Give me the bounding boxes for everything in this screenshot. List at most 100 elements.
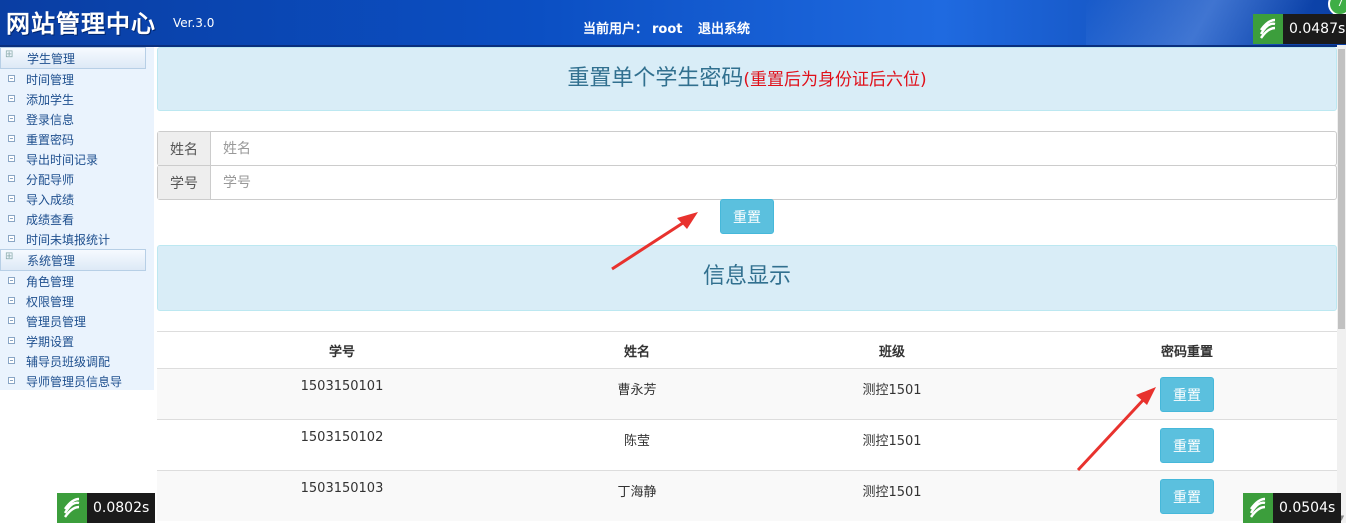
column-header-class: 班级 xyxy=(878,344,905,360)
page-scrollbar[interactable]: ▼ xyxy=(1337,45,1346,523)
table-row: 1503150102 陈莹 测控1501 重置 xyxy=(157,419,1337,470)
timing-value: 0.0802s xyxy=(93,500,150,516)
student-id-addon: 学号 xyxy=(158,166,211,199)
sidebar-item-label: 权限管理 xyxy=(26,294,75,309)
tree-node-icon xyxy=(8,175,15,182)
sidebar-item-label: 分配导师 xyxy=(26,172,75,187)
tree-node-icon xyxy=(8,75,15,82)
cell-student-name: 曹永芳 xyxy=(617,383,657,398)
reset-note-text: (重置后为身份证后六位) xyxy=(743,70,927,90)
sidebar-item-view-grades[interactable]: 成绩查看 xyxy=(0,209,154,229)
sidebar-item-assign-tutor[interactable]: 分配导师 xyxy=(0,169,154,189)
timing-badge-bottom-left: 0.0802s xyxy=(57,493,156,523)
sidebar-item-label: 角色管理 xyxy=(26,274,75,289)
sidebar-item-label: 重置密码 xyxy=(26,132,75,147)
table-row: 1503150101 曹永芳 测控1501 重置 xyxy=(157,368,1337,419)
tree-node-icon xyxy=(8,135,15,142)
sidebar-item-time-management[interactable]: 时间管理 xyxy=(0,69,154,89)
column-header-id: 学号 xyxy=(328,344,355,360)
tree-node-icon xyxy=(8,95,15,102)
student-id-input[interactable] xyxy=(211,166,1336,199)
sidebar-item-label: 导入成绩 xyxy=(26,192,75,207)
info-panel-title: 信息显示 xyxy=(702,264,791,289)
sidebar-item-reset-password[interactable]: 重置密码 xyxy=(0,129,154,149)
sidebar-item-semester-settings[interactable]: 学期设置 xyxy=(0,331,154,351)
expand-icon: ⊞ xyxy=(5,251,14,262)
sidebar-item-label: 时间未填报统计 xyxy=(26,232,111,247)
sidebar-group-label: 学生管理 xyxy=(27,51,76,66)
tree-node-icon xyxy=(8,155,15,162)
sidebar-item-label: 成绩查看 xyxy=(26,212,75,227)
cell-class: 测控1501 xyxy=(862,434,922,449)
name-addon: 姓名 xyxy=(158,132,211,165)
sidebar-item-permission-management[interactable]: 权限管理 xyxy=(0,291,154,311)
cell-action: 重置 xyxy=(1037,420,1337,463)
tree-node-icon xyxy=(8,337,15,344)
sidebar-item-export-time-records[interactable]: 导出时间记录 xyxy=(0,149,154,169)
reset-panel-title: 重置单个学生密码(重置后为身份证后六位) xyxy=(158,48,1336,111)
cell-student-id: 1503150102 xyxy=(300,430,384,445)
student-table: 学号 姓名 班级 密码重置 1503150101 曹永芳 测控1501 重置 1… xyxy=(157,331,1337,521)
sidebar-item-import-grades[interactable]: 导入成绩 xyxy=(0,189,154,209)
tree-node-icon xyxy=(8,277,15,284)
sidebar-item-role-management[interactable]: 角色管理 xyxy=(0,271,154,291)
tree-node-icon xyxy=(8,317,15,324)
logout-link[interactable]: 退出系统 xyxy=(698,18,750,37)
sidebar-item-label: 登录信息 xyxy=(26,112,75,127)
cell-class: 测控1501 xyxy=(862,485,922,500)
sidebar-group-label: 系统管理 xyxy=(27,253,76,268)
sidebar-group-student[interactable]: ⊞ 学生管理 xyxy=(0,47,146,69)
student-id-input-group: 学号 xyxy=(157,165,1337,200)
timing-value: 0.0504s xyxy=(1279,500,1336,516)
column-header-name: 姓名 xyxy=(623,344,650,360)
timing-logo-icon xyxy=(1253,14,1283,44)
table-header: 学号 姓名 班级 密码重置 xyxy=(157,331,1337,368)
timing-badge-top: 0.0487s xyxy=(1253,14,1346,44)
sidebar-item-label: 辅导员班级调配 xyxy=(26,354,111,369)
sidebar-item-counselor-class[interactable]: 辅导员班级调配 xyxy=(0,351,154,371)
row-reset-button[interactable]: 重置 xyxy=(1160,479,1214,514)
timing-logo-icon xyxy=(1243,493,1273,523)
tree-node-icon xyxy=(8,195,15,202)
sidebar-item-label: 管理员管理 xyxy=(26,314,87,329)
sidebar-item-label: 导师管理员信息导 xyxy=(26,374,123,389)
sidebar-item-label: 学期设置 xyxy=(26,334,75,349)
sidebar-item-login-info[interactable]: 登录信息 xyxy=(0,109,154,129)
timing-badge-bottom-right: 0.0504s xyxy=(1243,493,1342,523)
reset-submit-button[interactable]: 重置 xyxy=(720,199,774,234)
cell-student-id: 1503150103 xyxy=(300,481,384,496)
tree-node-icon xyxy=(8,235,15,242)
current-user-name: root xyxy=(652,22,683,37)
sidebar-item-label: 导出时间记录 xyxy=(26,152,99,167)
name-input[interactable] xyxy=(211,132,1336,165)
reset-password-panel: 重置单个学生密码(重置后为身份证后六位) xyxy=(157,47,1337,111)
sidebar-group-system[interactable]: ⊞ 系统管理 xyxy=(0,249,146,271)
table-row: 1503150103 丁海静 测控1501 重置 xyxy=(157,470,1337,521)
tree-node-icon xyxy=(8,215,15,222)
version-label: Ver.3.0 xyxy=(173,16,215,30)
row-reset-button[interactable]: 重置 xyxy=(1160,377,1214,412)
column-header-reset: 密码重置 xyxy=(1160,344,1213,360)
cell-action: 重置 xyxy=(1037,369,1337,412)
top-header: 网站管理中心 Ver.3.0 当前用户： root 退出系统 7 xyxy=(0,0,1346,47)
cell-class: 测控1501 xyxy=(862,383,922,398)
sidebar: ⊞ 学生管理 时间管理 添加学生 登录信息 重置密码 导出时间记录 分配导师 导… xyxy=(0,47,154,390)
tree-node-icon xyxy=(8,115,15,122)
cell-student-name: 陈莹 xyxy=(623,434,650,449)
sidebar-item-admin-management[interactable]: 管理员管理 xyxy=(0,311,154,331)
reset-title-text: 重置单个学生密码 xyxy=(567,66,744,91)
tree-node-icon xyxy=(8,377,15,384)
site-logo: 网站管理中心 xyxy=(6,10,156,38)
sidebar-item-tutor-admin-import[interactable]: 导师管理员信息导 xyxy=(0,371,154,391)
timing-logo-icon xyxy=(57,493,87,523)
sidebar-item-unfilled-stats[interactable]: 时间未填报统计 xyxy=(0,229,154,249)
cell-student-id: 1503150101 xyxy=(300,379,384,394)
current-user: 当前用户： root xyxy=(583,18,687,37)
cell-student-name: 丁海静 xyxy=(617,485,657,500)
sidebar-item-label: 时间管理 xyxy=(26,72,75,87)
row-reset-button[interactable]: 重置 xyxy=(1160,428,1214,463)
current-user-label: 当前用户： xyxy=(583,22,649,37)
scrollbar-thumb[interactable] xyxy=(1338,49,1345,329)
sidebar-item-add-student[interactable]: 添加学生 xyxy=(0,89,154,109)
timing-value: 0.0487s xyxy=(1289,21,1346,37)
